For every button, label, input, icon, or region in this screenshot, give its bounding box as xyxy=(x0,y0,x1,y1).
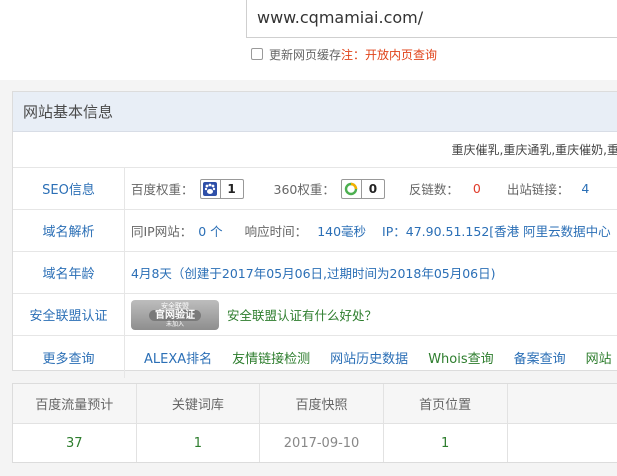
stats-header-cell: 首页位置 xyxy=(384,384,508,423)
domain-age-value[interactable]: 4月8天（创建于2017年05月06日,过期时间为2018年05月06日) xyxy=(131,263,496,282)
security-label: 安全联盟认证 xyxy=(13,294,125,335)
same-ip-value[interactable]: 0 个 xyxy=(198,221,222,240)
dns-label: 域名解析 xyxy=(13,210,125,251)
response-value: 140毫秒 xyxy=(317,224,367,239)
inner-page-note: 注：开放内页查询 xyxy=(341,47,438,62)
stats-header-cell: 百度快照 xyxy=(260,384,384,423)
stats-header-cell xyxy=(508,384,617,423)
homepage-position-value[interactable]: 1 xyxy=(384,424,508,462)
alexa-rank-link[interactable]: ALEXA排名 xyxy=(144,348,212,367)
w360-label: 360权重： xyxy=(273,182,335,197)
baidu-snapshot-value: 2017-09-10 xyxy=(260,424,384,462)
refresh-cache-row: 更新网页缓存 注：开放内页查询 xyxy=(251,46,437,62)
baidu-paw-icon xyxy=(201,179,221,198)
w360-value: 0 xyxy=(368,181,378,196)
stats-table: 百度流量预计 关键词库 百度快照 首页位置 37 1 2017-09-10 1 xyxy=(12,383,617,463)
site-history-link[interactable]: 网站历史数据 xyxy=(330,348,408,367)
security-benefit-link[interactable]: 安全联盟认证有什么好处？ xyxy=(227,305,377,324)
baidu-weight-label: 百度权重： xyxy=(131,182,194,197)
more-query-row: 更多查询 ALEXA排名 友情链接检测 网站历史数据 Whois查询 备案查询 … xyxy=(13,336,617,378)
stats-header-row: 百度流量预计 关键词库 百度快照 首页位置 xyxy=(13,384,617,424)
security-content: 安全联盟 官网验证 未加入 安全联盟认证有什么好处？ xyxy=(131,294,377,335)
domain-age-row: 域名年龄 4月8天（创建于2017年05月06日,过期时间为2018年05月06… xyxy=(13,252,617,294)
more-query-label: 更多查询 xyxy=(13,336,125,378)
stats-header-cell: 百度流量预计 xyxy=(13,384,137,423)
seo-label: SEO信息 xyxy=(13,168,125,209)
stats-header-cell: 关键词库 xyxy=(137,384,261,423)
seal-bottom-text: 未加入 xyxy=(165,320,184,328)
ip-text[interactable]: IP：47.90.51.152[香港 阿里云数据中心 xyxy=(382,221,611,240)
w360-ring-icon xyxy=(342,179,362,198)
domain-age-label: 域名年龄 xyxy=(13,252,125,293)
seo-row: SEO信息 百度权重： 1 360权重： 0 反链数： 0 出站链接： 4 xyxy=(13,168,617,210)
keywords-row: 重庆催乳,重庆通乳,重庆催奶,重庆 xyxy=(13,132,617,168)
dns-content: 同IP网站： 0 个 响应时间： 140毫秒 IP：47.90.51.152[香… xyxy=(131,210,611,251)
url-input[interactable]: www.cqmamiai.com/ xyxy=(246,0,617,38)
stats-extra-value xyxy=(508,424,617,462)
seal-main-text: 官网验证 xyxy=(149,309,201,321)
basic-info-panel: 网站基本信息 重庆催乳,重庆通乳,重庆催奶,重庆 SEO信息 百度权重： 1 3… xyxy=(12,91,617,378)
stats-data-row: 37 1 2017-09-10 1 xyxy=(13,424,617,462)
icp-record-link[interactable]: 备案查询 xyxy=(514,348,566,367)
w360-badge[interactable]: 0 xyxy=(340,178,385,199)
baidu-weight-value: 1 xyxy=(227,181,236,196)
refresh-cache-checkbox[interactable] xyxy=(251,48,263,60)
refresh-cache-label[interactable]: 更新网页缓存 xyxy=(269,46,341,63)
site-more-link[interactable]: 网站 xyxy=(586,348,612,367)
outlinks-label: 出站链接： xyxy=(506,182,570,197)
panel-title: 网站基本信息 xyxy=(13,92,617,132)
security-seal[interactable]: 安全联盟 官网验证 未加入 xyxy=(131,299,219,330)
backlinks-label: 反链数： xyxy=(408,182,459,197)
backlinks-value[interactable]: 0 xyxy=(473,181,481,196)
search-area: www.cqmamiai.com/ 更新网页缓存 注：开放内页查询 xyxy=(0,0,617,80)
whois-link[interactable]: Whois查询 xyxy=(428,348,493,367)
baidu-weight-badge[interactable]: 1 xyxy=(199,178,244,199)
more-query-links: ALEXA排名 友情链接检测 网站历史数据 Whois查询 备案查询 网站 xyxy=(144,336,617,378)
keyword-lib-value[interactable]: 1 xyxy=(137,424,261,462)
security-row: 安全联盟认证 安全联盟 官网验证 未加入 安全联盟认证有什么好处？ xyxy=(13,294,617,336)
outlinks-value[interactable]: 4 xyxy=(581,181,589,196)
response-label: 响应时间： xyxy=(244,224,308,239)
friend-link-check-link[interactable]: 友情链接检测 xyxy=(232,348,310,367)
dns-row: 域名解析 同IP网站： 0 个 响应时间： 140毫秒 IP：47.90.51.… xyxy=(13,210,617,252)
baidu-traffic-value[interactable]: 37 xyxy=(13,424,137,462)
seo-content: 百度权重： 1 360权重： 0 反链数： 0 出站链接： 4 xyxy=(131,168,589,209)
keywords-text: 重庆催乳,重庆通乳,重庆催奶,重庆 xyxy=(451,143,617,157)
domain-age-content: 4月8天（创建于2017年05月06日,过期时间为2018年05月06日) xyxy=(131,252,496,293)
same-ip-label: 同IP网站： xyxy=(131,224,193,239)
seal-top-text: 安全联盟 xyxy=(161,301,189,310)
